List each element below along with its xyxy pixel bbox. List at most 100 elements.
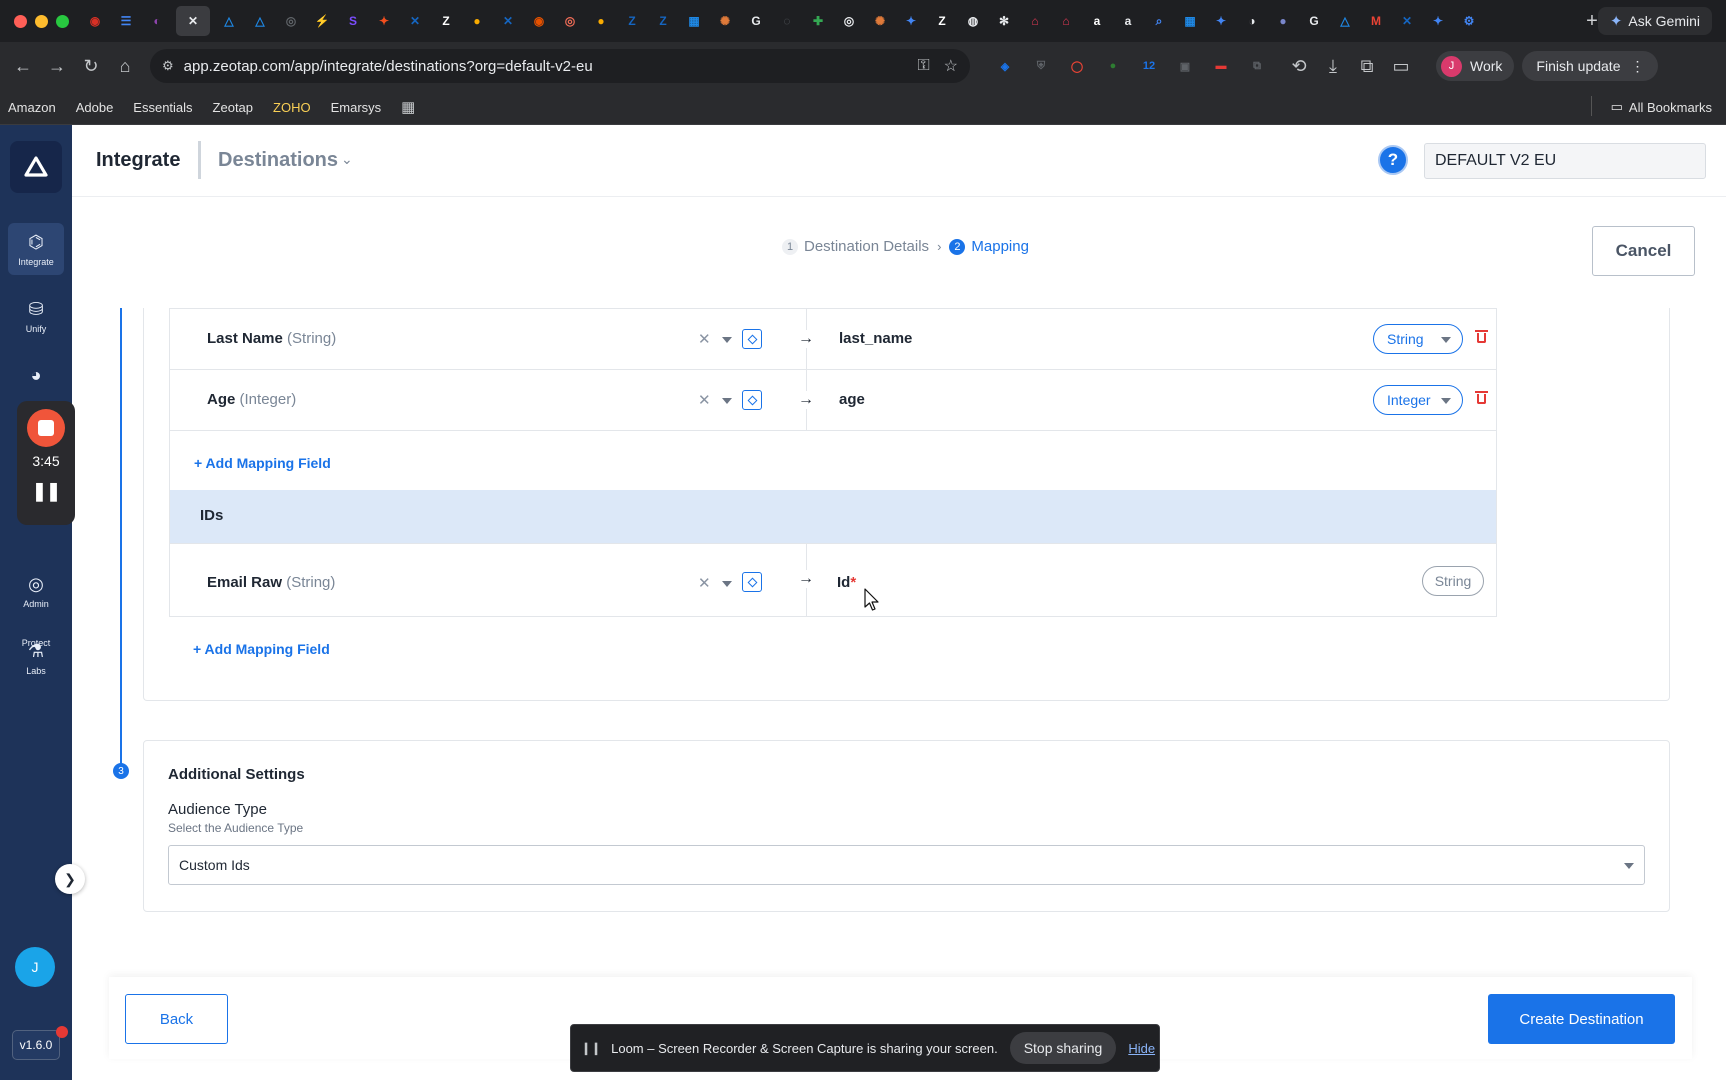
reload-icon[interactable]: ↻: [74, 49, 108, 83]
extension-icon-7[interactable]: ▬: [1210, 55, 1232, 77]
tab-icon-11[interactable]: Z: [434, 9, 458, 33]
tab-icon-6[interactable]: ◎: [279, 9, 303, 33]
tab-icon-34[interactable]: ⌕: [1147, 9, 1171, 33]
password-key-icon[interactable]: ⚿: [917, 57, 929, 75]
download-icon[interactable]: ⤓: [1316, 49, 1350, 83]
transform-icon[interactable]: [742, 329, 762, 349]
tab-icon-9[interactable]: ✦: [372, 9, 396, 33]
tab-icon-14[interactable]: ◉: [527, 9, 551, 33]
back-button[interactable]: Back: [125, 994, 228, 1044]
finish-update-button[interactable]: Finish update ⋮: [1522, 51, 1659, 81]
tab-icon-21[interactable]: G: [744, 9, 768, 33]
extension-icon-1[interactable]: ◈: [994, 55, 1016, 77]
tab-icon-41[interactable]: M: [1364, 9, 1388, 33]
bookmark-adobe[interactable]: Adobe: [76, 100, 114, 115]
tab-icon-8[interactable]: S: [341, 9, 365, 33]
ask-gemini-button[interactable]: ✦ Ask Gemini: [1597, 7, 1712, 35]
step-mapping[interactable]: Mapping: [971, 238, 1029, 255]
site-info-icon[interactable]: ⚙: [162, 58, 174, 74]
tab-icon-28[interactable]: ◍: [961, 9, 985, 33]
audience-type-select[interactable]: Custom Ids: [168, 845, 1645, 885]
add-mapping-field-link[interactable]: + Add Mapping Field: [194, 455, 331, 471]
extension-icon-5[interactable]: 12: [1138, 55, 1160, 77]
tab-icon-30[interactable]: ⌂: [1023, 9, 1047, 33]
tab-icon-18[interactable]: Z: [651, 9, 675, 33]
bookmark-essentials[interactable]: Essentials: [133, 100, 192, 115]
bookmark-star-icon[interactable]: ☆: [944, 56, 958, 76]
tab-icon-2[interactable]: ☰: [114, 9, 138, 33]
tab-icon-20[interactable]: ✺: [713, 9, 737, 33]
sidebar-item-labs[interactable]: ⚗ Labs: [8, 632, 64, 684]
address-bar[interactable]: ⚙ app.zeotap.com/app/integrate/destinati…: [150, 49, 970, 83]
tab-icon-26[interactable]: ✦: [899, 9, 923, 33]
type-select[interactable]: String: [1373, 324, 1463, 354]
sidebar-item-admin[interactable]: ◎ Admin: [8, 565, 64, 617]
transform-icon[interactable]: [742, 390, 762, 410]
org-selector[interactable]: DEFAULT V2 EU: [1424, 143, 1706, 179]
step-destination-details[interactable]: Destination Details: [804, 238, 929, 255]
tab-icon-24[interactable]: ◎: [837, 9, 861, 33]
loom-stop-button[interactable]: [27, 409, 65, 447]
extension-icon-3[interactable]: ◯: [1066, 55, 1088, 77]
tab-icon-37[interactable]: ◑: [1240, 9, 1264, 33]
all-bookmarks-button[interactable]: ▭ All Bookmarks: [1590, 96, 1712, 116]
create-destination-button[interactable]: Create Destination: [1488, 994, 1675, 1044]
add-mapping-field-link-ids[interactable]: + Add Mapping Field: [193, 641, 330, 657]
tab-icon-42[interactable]: ✕: [1395, 9, 1419, 33]
clear-icon[interactable]: ✕: [698, 391, 711, 409]
tab-icon-5[interactable]: △: [248, 9, 272, 33]
tab-icon-1[interactable]: ◉: [83, 9, 107, 33]
type-select[interactable]: Integer: [1373, 385, 1463, 415]
tab-icon-44[interactable]: ⚙: [1457, 9, 1481, 33]
clear-icon[interactable]: ✕: [698, 330, 711, 348]
chevron-down-icon[interactable]: ⌄: [341, 151, 353, 168]
loom-pause-icon[interactable]: ❚❚: [17, 481, 75, 502]
stop-sharing-button[interactable]: Stop sharing: [1009, 1032, 1117, 1064]
sidebar-item-integrate[interactable]: ⌬ Integrate: [8, 223, 64, 275]
history-icon[interactable]: ⟲: [1282, 49, 1316, 83]
source-field[interactable]: Age (Integer): [207, 391, 296, 408]
sidebar-item-activate[interactable]: ◕: [8, 351, 64, 403]
tab-icon-38[interactable]: ●: [1271, 9, 1295, 33]
tab-icon-7[interactable]: ⚡: [310, 9, 334, 33]
hide-sharing-bar-link[interactable]: Hide: [1128, 1041, 1155, 1056]
tab-icon-4[interactable]: △: [217, 9, 241, 33]
close-window-button[interactable]: [14, 14, 27, 28]
cancel-button[interactable]: Cancel: [1592, 226, 1695, 276]
extension-icon-6[interactable]: ▣: [1174, 55, 1196, 77]
bookmark-amazon[interactable]: Amazon: [8, 100, 56, 115]
new-tab-button[interactable]: +: [1586, 10, 1598, 33]
extension-icon-2[interactable]: ⛨: [1030, 55, 1052, 77]
source-field[interactable]: Last Name (String): [207, 330, 336, 347]
caret-down-icon[interactable]: [722, 581, 732, 587]
tab-icon-27[interactable]: Z: [930, 9, 954, 33]
apps-grid-icon[interactable]: ▦: [401, 98, 415, 116]
expand-sidebar-chevron-icon[interactable]: ❯: [55, 864, 85, 894]
tab-icon-25[interactable]: ✺: [868, 9, 892, 33]
source-field[interactable]: Email Raw (String): [207, 574, 335, 591]
tab-icon-16[interactable]: ●: [589, 9, 613, 33]
caret-down-icon[interactable]: [722, 398, 732, 404]
forward-arrow-icon[interactable]: →: [40, 49, 74, 83]
tab-icon-23[interactable]: ✚: [806, 9, 830, 33]
tab-icon-33[interactable]: a: [1116, 9, 1140, 33]
user-avatar[interactable]: J: [15, 947, 55, 987]
destinations-dropdown[interactable]: Destinations: [218, 149, 338, 172]
back-arrow-icon[interactable]: ←: [6, 49, 40, 83]
version-badge[interactable]: v1.6.0: [12, 1030, 60, 1060]
maximize-window-button[interactable]: [56, 14, 69, 28]
more-vert-icon[interactable]: ⋮: [1630, 58, 1644, 75]
clear-icon[interactable]: ✕: [698, 574, 711, 592]
tab-icon-15[interactable]: ◎: [558, 9, 582, 33]
profile-button[interactable]: J Work: [1436, 51, 1515, 81]
bookmark-emarsys[interactable]: Emarsys: [331, 100, 382, 115]
tab-icon-17[interactable]: Z: [620, 9, 644, 33]
tab-icon-40[interactable]: △: [1333, 9, 1357, 33]
tab-icon-36[interactable]: ✦: [1209, 9, 1233, 33]
tab-icon-35[interactable]: ▦: [1178, 9, 1202, 33]
tab-icon-39[interactable]: G: [1302, 9, 1326, 33]
sidebar-item-unify[interactable]: ⛁ Unify: [8, 290, 64, 342]
tab-icon-19[interactable]: ▦: [682, 9, 706, 33]
tab-icon-43[interactable]: ✦: [1426, 9, 1450, 33]
extension-icon-4[interactable]: ●: [1102, 55, 1124, 77]
